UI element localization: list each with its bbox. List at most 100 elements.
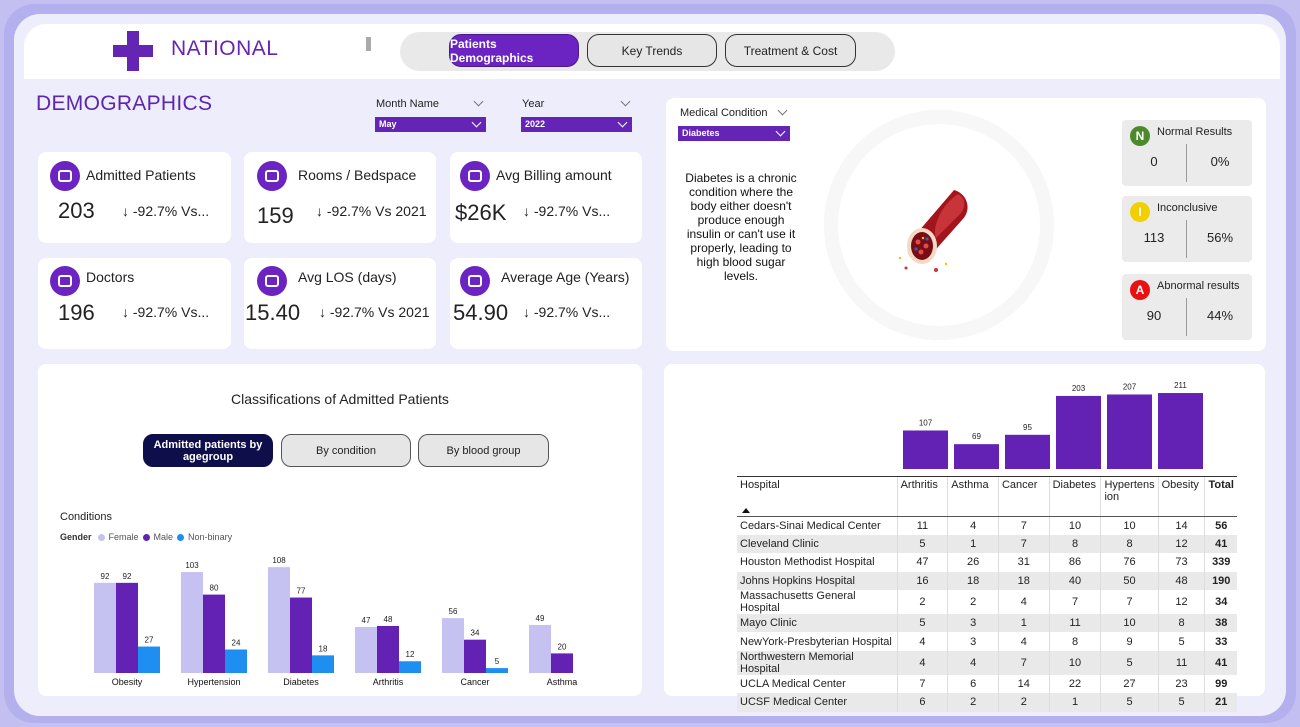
data-label: 203 [1072,384,1086,393]
x-tick-label: Obesity [112,677,143,687]
value-cell: 7 [1048,590,1101,615]
value-cell: 4 [896,650,948,675]
gender-condition-bar-chart: 92 92 27 Obesity 103 80 24 Hypertension 108 77 18 D… [94,556,577,687]
total-cell: 339 [1204,553,1237,572]
bar-male-obesity[interactable] [116,582,138,673]
value-cell: 12 [1157,534,1205,554]
kpi-title: Rooms / Bedspace [298,167,417,183]
month-select[interactable]: May [375,117,486,132]
legend-dot-nonbinary [177,533,185,541]
hospital-name-cell: Cedars-Sinai Medical Center [740,519,881,532]
bar-non-binary-arthritis[interactable] [399,661,421,673]
value-cell: 3 [947,632,999,651]
value-cell: 73 [1157,553,1205,572]
value-cell: 2 [896,590,948,615]
bed-icon [257,161,287,191]
bar-female-cancer[interactable] [442,618,464,673]
abnormal-results-card: A Abnormal results 90 44% [1122,274,1252,340]
month-select-value: May [379,119,397,129]
bar-female-arthritis[interactable] [355,626,377,673]
column-header[interactable]: Hypertens ion [1100,476,1159,517]
bar-female-asthma[interactable] [529,624,551,673]
tab-by-blood-group-button[interactable]: By blood group [418,434,549,467]
nav-key-trends-button[interactable]: Key Trends [587,34,717,67]
chart-title: Conditions [60,511,112,523]
tab-by-condition-button[interactable]: By condition [281,434,411,467]
hospital-matrix-table: Hospital Arthritis Asthma Cancer Diabetes Hyp… [737,476,1237,712]
bar-cancer[interactable] [1005,434,1050,469]
kpi-card-avg-billing: Avg Billing amount $26K ↓ -92.7% Vs... [450,152,642,243]
legend-title: Gender [60,532,92,542]
bar-non-binary-obesity[interactable] [138,646,160,673]
column-header[interactable]: Asthma [947,476,999,517]
value-cell: 1 [947,534,999,554]
bar-arthritis[interactable] [903,430,948,469]
chevron-down-icon [617,117,628,128]
abnormal-badge-icon: A [1130,280,1150,300]
bar-non-binary-diabetes[interactable] [312,655,334,673]
bar-female-obesity[interactable] [94,582,116,673]
bar-asthma[interactable] [954,444,999,469]
condition-filter-label: Medical Condition [680,107,768,119]
x-tick-label: Diabetes [283,677,319,687]
bar-male-cancer[interactable] [464,639,486,673]
column-header[interactable]: Obesity [1157,476,1205,517]
data-label: 34 [471,629,480,638]
column-header[interactable]: Hospital [737,476,898,517]
hospital-name-cell: UCSF Medical Center [737,693,898,712]
year-select[interactable]: 2022 [521,117,632,132]
bar-male-arthritis[interactable] [377,625,399,673]
nav-treatment-cost-button[interactable]: Treatment & Cost [725,34,856,67]
divider [1186,298,1187,336]
value-cell: 5 [1157,632,1205,651]
data-label: 47 [362,616,371,625]
column-header[interactable]: Arthritis [896,476,948,517]
bar-male-hypertension[interactable] [203,594,225,673]
kpi-delta: ↓ -92.7% Vs 2021 [316,203,427,219]
bar-female-diabetes[interactable] [268,567,290,673]
data-label: 5 [495,657,500,666]
bar-non-binary-cancer[interactable] [486,668,508,673]
condition-select-value: Diabetes [682,128,720,138]
bar-female-hypertension[interactable] [181,572,203,673]
bar-diabetes[interactable] [1056,395,1101,469]
data-label: 27 [145,636,154,645]
chevron-down-icon [775,126,786,137]
data-label: 108 [272,556,286,565]
value-cell: 10 [1048,516,1101,535]
tab-agegroup-button[interactable]: Admitted patients by agegroup [143,434,273,467]
value-cell: 6 [947,674,999,694]
hospital-name-cell: Johns Hopkins Hospital [737,571,898,591]
nav-patients-demographics-button[interactable]: Patients Demographics [449,34,579,67]
value-cell: 5 [896,534,948,554]
value-cell: 12 [1157,590,1205,615]
table-row: Houston Methodist Hospital 47 26 31 86 76 73 33… [737,553,1237,572]
table-row: Johns Hopkins Hospital 16 18 18 40 50 48 190 [737,571,1237,591]
total-cell: 41 [1204,534,1237,554]
x-tick-label: Arthritis [373,677,404,687]
value-cell: 8 [1048,534,1101,554]
value-cell: 50 [1100,571,1159,591]
data-label: 107 [919,418,933,427]
value-cell: 7 [896,674,948,694]
column-header[interactable]: Cancer [997,476,1050,517]
bar-hypertension[interactable] [1107,394,1152,469]
money-bag-icon [460,161,490,191]
bar-obesity[interactable] [1158,393,1203,469]
column-header[interactable]: Total [1204,476,1237,517]
table-row: UCLA Medical Center 7 6 14 22 27 23 99 [737,674,1237,694]
value-cell: 22 [1048,674,1101,694]
year-select-value: 2022 [525,119,546,129]
bar-non-binary-hypertension[interactable] [225,649,247,673]
value-cell: 31 [997,553,1050,572]
value-cell: 48 [1157,571,1205,591]
data-label: 12 [406,650,415,659]
column-header[interactable]: Diabetes [1048,476,1101,517]
value-cell: 86 [1048,553,1101,572]
total-cell: 41 [1204,650,1237,675]
condition-select[interactable]: Diabetes [678,126,790,141]
hospital-name-cell: Mayo Clinic [737,614,898,633]
sort-ascending-icon[interactable] [742,508,750,513]
bar-male-diabetes[interactable] [290,597,312,673]
bar-male-asthma[interactable] [551,653,573,673]
